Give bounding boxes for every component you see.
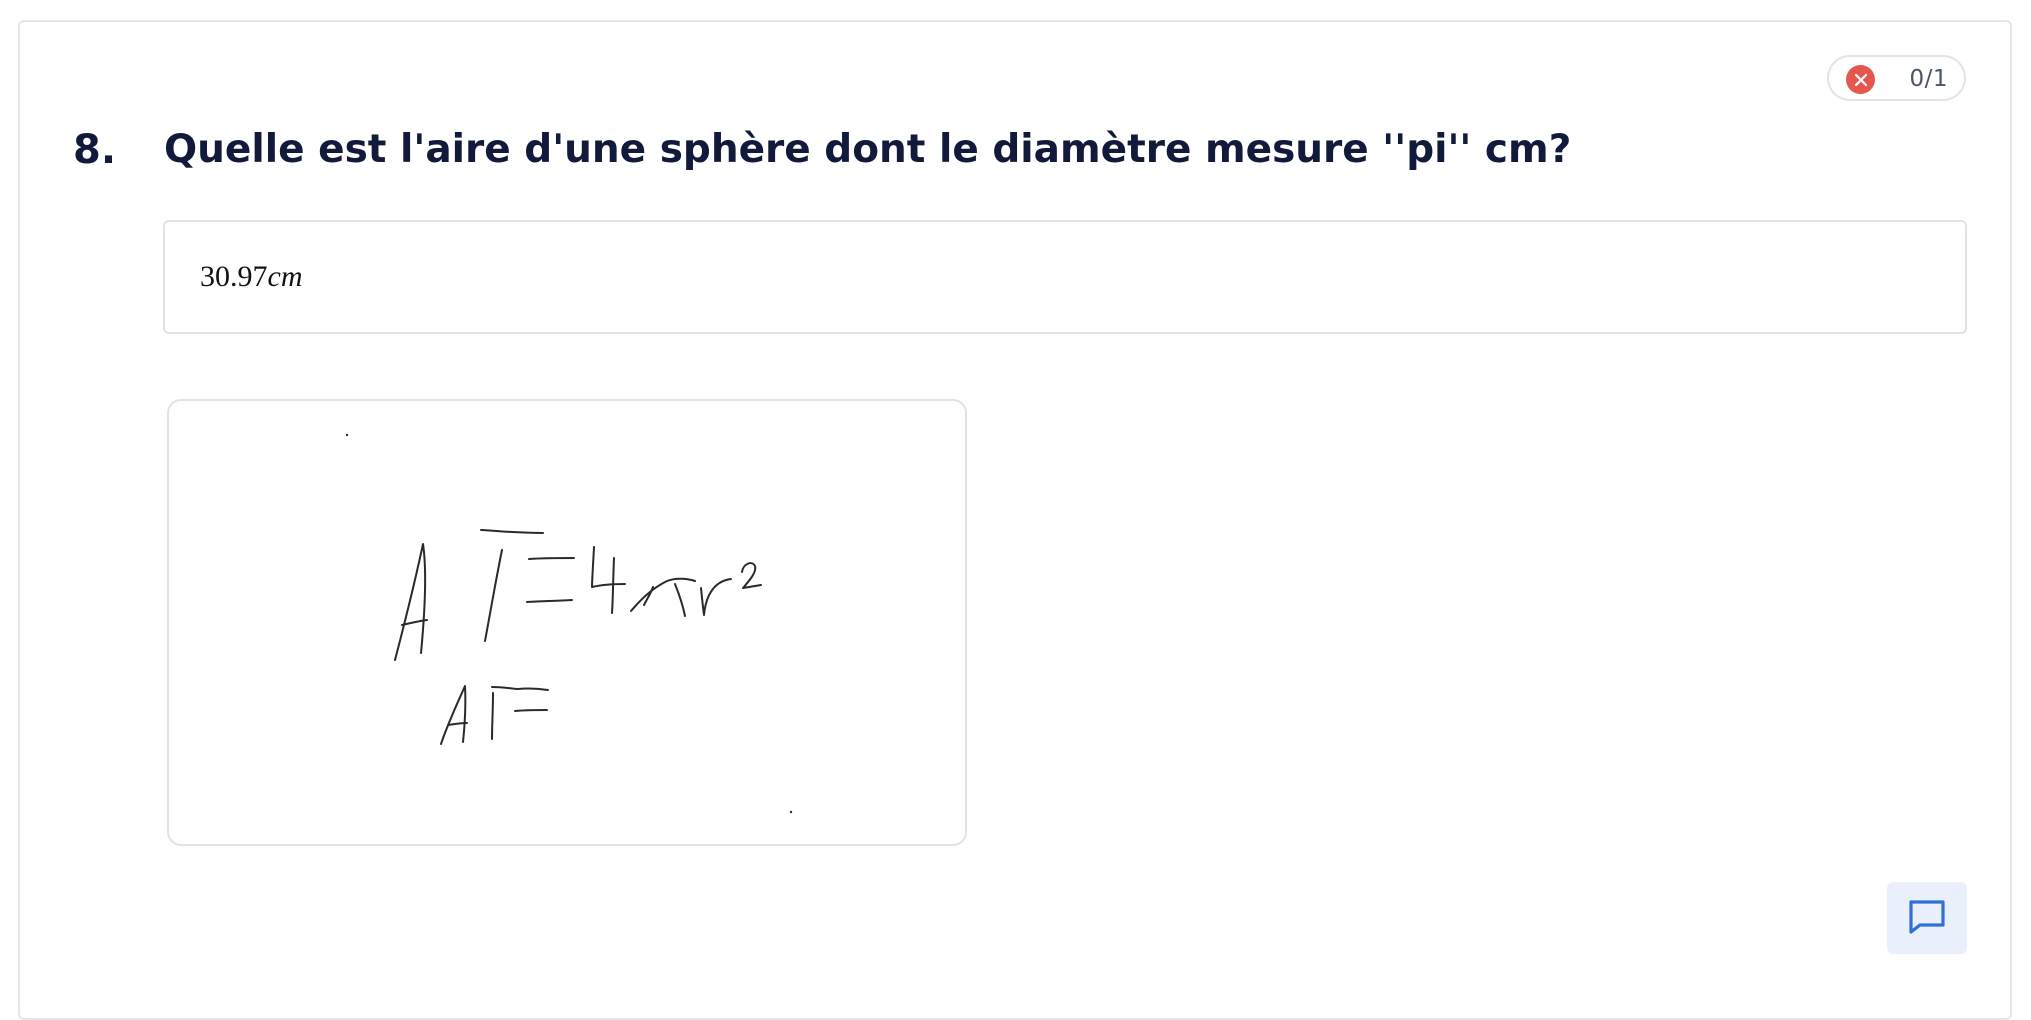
score-text: 0/1 — [1909, 66, 1948, 92]
question-text: Quelle est l'aire d'une sphère dont le d… — [164, 127, 1572, 172]
close-icon — [1846, 65, 1875, 94]
comment-button[interactable] — [1887, 882, 1967, 954]
answer-value: 30.97cm — [200, 260, 302, 294]
comment-icon — [1907, 897, 1947, 940]
handwriting-drawing — [167, 399, 967, 846]
question-number: 8. — [73, 127, 117, 173]
score-badge: 0/1 — [1827, 55, 1966, 101]
handwriting-strokes — [345, 433, 793, 814]
answer-unit: cm — [267, 260, 303, 293]
answer-box: 30.97cm — [163, 220, 1967, 334]
answer-number: 30.97 — [200, 260, 268, 293]
